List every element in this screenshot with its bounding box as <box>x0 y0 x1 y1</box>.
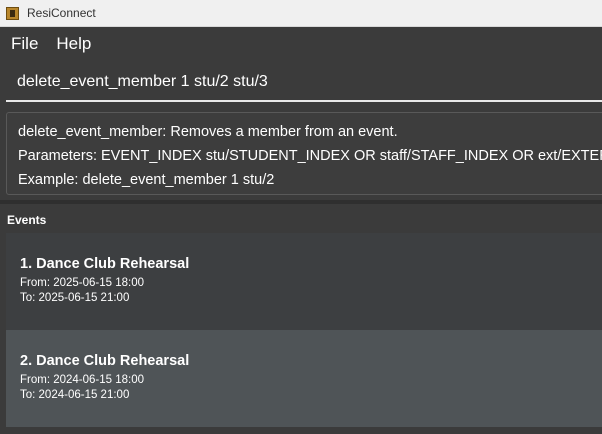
command-box <box>6 64 602 102</box>
title-bar: ResiConnect <box>0 0 602 27</box>
event-from: From: 2024-06-15 18:00 <box>20 374 145 386</box>
window-title: ResiConnect <box>27 6 96 20</box>
event-title: 2. Dance Club Rehearsal <box>20 353 190 369</box>
event-to: To: 2024-06-15 21:00 <box>20 389 130 401</box>
event-from: From: 2025-06-15 18:00 <box>20 277 145 289</box>
result-line-example: Example: delete_event_member 1 stu/2 <box>18 172 275 188</box>
event-to: To: 2025-06-15 21:00 <box>20 292 130 304</box>
result-line-parameters: Parameters: EVENT_INDEX stu/STUDENT_INDE… <box>18 148 602 164</box>
command-input[interactable] <box>6 73 597 91</box>
result-line-usage: delete_event_member: Removes a member fr… <box>18 124 398 140</box>
event-title: 1. Dance Club Rehearsal <box>20 256 190 272</box>
list-bottom-edge <box>0 427 602 434</box>
event-card[interactable]: 2. Dance Club Rehearsal From: 2024-06-15… <box>6 330 602 427</box>
menu-bar: File Help <box>0 27 602 60</box>
events-heading: Events <box>7 213 47 227</box>
menu-help[interactable]: Help <box>47 34 100 54</box>
event-card[interactable]: 1. Dance Club Rehearsal From: 2025-06-15… <box>6 233 602 330</box>
panel-divider <box>0 200 602 204</box>
result-display: delete_event_member: Removes a member fr… <box>6 112 602 195</box>
menu-file[interactable]: File <box>2 34 47 54</box>
app-icon <box>6 6 19 20</box>
